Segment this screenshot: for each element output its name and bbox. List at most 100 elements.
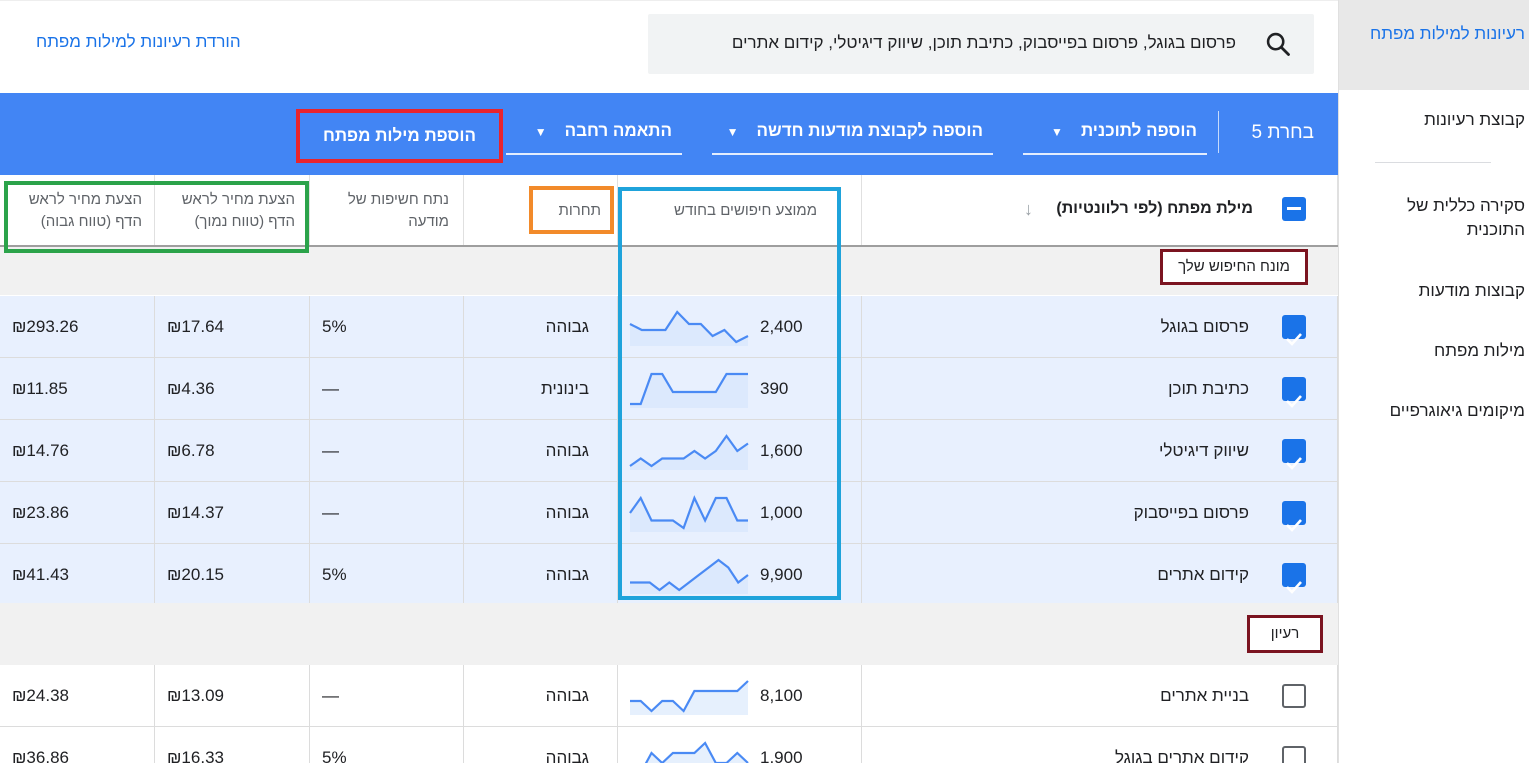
searches-value: 390 xyxy=(760,379,789,398)
sidebar: רעיונות למילות מפתח קבוצת רעיונות סקירה … xyxy=(1338,0,1529,763)
column-searches[interactable]: ממוצע חיפושים בחודש xyxy=(618,175,862,245)
column-bid-low[interactable]: הצעת מחיר לראש הדף (טווח נמוך) xyxy=(155,175,310,245)
select-all-checkbox[interactable] xyxy=(1282,197,1306,221)
sidebar-item-keywords[interactable]: מילות מפתח xyxy=(1355,339,1525,363)
table-row[interactable]: פרסום בגוגל 2,400 גבוהה 5% ₪17.64 ₪293.26 xyxy=(0,296,1338,358)
search-input[interactable]: פרסום בגוגל, פרסום בפייסבוק, כתיבת תוכן,… xyxy=(648,14,1314,74)
impression-share-cell: 5% xyxy=(310,727,464,763)
bid-high-header-label: הצעת מחיר לראש הדף (טווח גבוה) xyxy=(28,191,142,230)
add-to-ad-group-dropdown[interactable]: הוספה לקבוצת מודעות חדשה ▼ xyxy=(712,121,993,155)
searches-cell: 1,600 xyxy=(618,420,862,481)
trend-sparkline[interactable] xyxy=(628,432,750,470)
competition-cell: גבוהה xyxy=(464,665,618,726)
sidebar-item-ad-groups[interactable]: קבוצות מודעות xyxy=(1355,279,1525,303)
impression-share-cell: 5% xyxy=(310,296,464,357)
bid-low-value: ₪16.33 xyxy=(167,748,224,763)
searches-cell: 8,100 xyxy=(618,665,862,726)
row-checkbox[interactable] xyxy=(1282,439,1306,470)
bid-low-cell: ₪20.15 xyxy=(155,544,310,605)
column-bid-high[interactable]: הצעת מחיר לראש הדף (טווח גבוה) xyxy=(0,175,155,245)
sidebar-item-plan-overview[interactable]: סקירה כללית של התוכנית xyxy=(1365,194,1525,242)
competition-cell: גבוהה xyxy=(464,420,618,481)
competition-value: גבוהה xyxy=(545,503,589,522)
bid-low-cell: ₪4.36 xyxy=(155,358,310,419)
impression-share-header-label: נתח חשיפות של מודעה xyxy=(347,191,449,230)
impression-share-cell: — xyxy=(310,420,464,481)
section-your-search-terms xyxy=(0,247,1338,295)
bid-high-value: ₪293.26 xyxy=(12,317,79,336)
table-row[interactable]: כתיבת תוכן 390 בינונית — ₪4.36 ₪11.85 xyxy=(0,358,1338,420)
competition-cell: גבוהה xyxy=(464,482,618,543)
chevron-down-icon: ▼ xyxy=(534,125,547,139)
trend-sparkline[interactable] xyxy=(628,556,750,594)
row-checkbox[interactable] xyxy=(1282,315,1306,346)
impression-share-value: — xyxy=(322,441,339,460)
searches-value: 1,900 xyxy=(760,748,803,763)
table-header: מילת מפתח (לפי רלוונטיות) ↓ ממוצע חיפושי… xyxy=(0,175,1338,247)
trend-sparkline[interactable] xyxy=(628,308,750,346)
searches-value: 1,000 xyxy=(760,503,803,522)
row-checkbox[interactable] xyxy=(1282,746,1306,763)
impression-share-cell: 5% xyxy=(310,544,464,605)
impression-share-cell: — xyxy=(310,482,464,543)
trend-sparkline[interactable] xyxy=(628,370,750,408)
keyword-header-label: מילת מפתח (לפי רלוונטיות) xyxy=(1056,200,1253,217)
competition-cell: גבוהה xyxy=(464,544,618,605)
keyword-text: קידום אתרים xyxy=(1157,565,1249,584)
search-icon[interactable] xyxy=(1264,30,1292,58)
trend-sparkline[interactable] xyxy=(628,494,750,532)
add-to-plan-dropdown[interactable]: הוספה לתוכנית ▼ xyxy=(1023,121,1207,155)
sidebar-item-keyword-ideas[interactable]: רעיונות למילות מפתח xyxy=(1339,0,1529,90)
row-checkbox[interactable] xyxy=(1282,563,1306,594)
match-type-label: התאמה רחבה xyxy=(564,121,672,140)
bid-low-cell: ₪14.37 xyxy=(155,482,310,543)
keyword-cell: פרסום בפייסבוק xyxy=(862,482,1338,543)
chevron-down-icon: ▼ xyxy=(1051,125,1063,139)
competition-value: גבוהה xyxy=(545,565,589,584)
keyword-cell: כתיבת תוכן xyxy=(862,358,1338,419)
selection-toolbar: בחרת 5 הוספה לתוכנית ▼ הוספה לקבוצת מודע… xyxy=(0,93,1338,175)
impression-share-value: — xyxy=(322,686,339,705)
keyword-cell: קידום אתרים בגוגל xyxy=(862,727,1338,763)
sidebar-item-locations[interactable]: מיקומים גיאוגרפיים xyxy=(1345,399,1525,423)
table-row[interactable]: שיווק דיגיטלי 1,600 גבוהה — ₪6.78 ₪14.76 xyxy=(0,420,1338,482)
column-keyword[interactable]: מילת מפתח (לפי רלוונטיות) ↓ xyxy=(862,175,1338,245)
keyword-text: פרסום בפייסבוק xyxy=(1133,503,1249,522)
impression-share-value: — xyxy=(322,503,339,522)
download-ideas-link[interactable]: הורדת רעיונות למילות מפתח xyxy=(36,32,241,52)
match-type-dropdown[interactable]: התאמה רחבה ▼ xyxy=(506,121,682,155)
column-competition[interactable]: תחרות xyxy=(464,175,618,245)
column-impression-share[interactable]: נתח חשיפות של מודעה xyxy=(310,175,464,245)
table-row[interactable]: בניית אתרים 8,100 גבוהה — ₪13.09 ₪24.38 xyxy=(0,665,1338,727)
bid-high-cell: ₪24.38 xyxy=(0,665,155,726)
row-checkbox[interactable] xyxy=(1282,377,1306,408)
keyword-cell: שיווק דיגיטלי xyxy=(862,420,1338,481)
sidebar-item-idea-group[interactable]: קבוצת רעיונות xyxy=(1355,108,1525,132)
impression-share-value: 5% xyxy=(322,748,347,763)
competition-header-label: תחרות xyxy=(558,202,601,219)
table-row[interactable]: פרסום בפייסבוק 1,000 גבוהה — ₪14.37 ₪23.86 xyxy=(0,482,1338,544)
bid-low-header-label: הצעת מחיר לראש הדף (טווח נמוך) xyxy=(181,191,295,230)
keyword-cell: פרסום בגוגל xyxy=(862,296,1338,357)
trend-sparkline[interactable] xyxy=(628,739,750,763)
competition-value: גבוהה xyxy=(545,686,589,705)
trend-sparkline[interactable] xyxy=(628,677,750,715)
sort-arrow-icon[interactable]: ↓ xyxy=(1024,199,1033,220)
competition-cell: בינונית xyxy=(464,358,618,419)
add-keywords-button[interactable]: הוספת מילות מפתח xyxy=(296,109,503,163)
section-label-search-terms: מונח החיפוש שלך xyxy=(1160,249,1308,285)
impression-share-value: — xyxy=(322,379,339,398)
bid-low-value: ₪14.37 xyxy=(167,503,224,522)
row-checkbox[interactable] xyxy=(1282,684,1306,708)
table-row[interactable]: קידום אתרים בגוגל 1,900 גבוהה 5% ₪16.33 ₪36.8… xyxy=(0,727,1338,763)
competition-cell: גבוהה xyxy=(464,296,618,357)
searches-cell: 1,900 xyxy=(618,727,862,763)
searches-value: 9,900 xyxy=(760,565,803,584)
row-checkbox[interactable] xyxy=(1282,501,1306,532)
keyword-cell: בניית אתרים xyxy=(862,665,1338,726)
bid-low-value: ₪13.09 xyxy=(167,686,224,705)
impression-share-cell: — xyxy=(310,358,464,419)
bid-low-cell: ₪6.78 xyxy=(155,420,310,481)
competition-value: בינונית xyxy=(540,379,589,398)
table-row[interactable]: קידום אתרים 9,900 גבוהה 5% ₪20.15 ₪41.43 xyxy=(0,544,1338,606)
